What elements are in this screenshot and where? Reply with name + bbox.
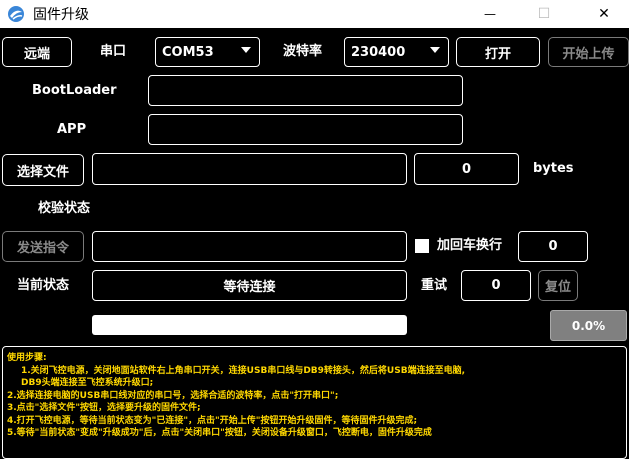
start-upload-button[interactable]: 开始上传 — [548, 37, 629, 67]
instruction-line: 2.选择连接电脑的USB串口线对应的串口号，选择合适的波特率，点击"打开串口"; — [7, 390, 339, 401]
port-label: 串口 — [100, 44, 127, 59]
instruction-line: 1.关闭飞控电源，关闭地面站软件右上角串口开关，连接USB串口线与DB9转接头，… — [21, 365, 465, 376]
baud-select[interactable]: 230400 — [344, 37, 449, 67]
bootloader-label: BootLoader — [32, 83, 117, 98]
maximize-button[interactable]: ☐ — [521, 0, 567, 28]
chevron-down-icon — [430, 47, 440, 53]
port-value: COM53 — [162, 44, 214, 60]
chevron-down-icon — [241, 47, 251, 53]
instruction-line: 4.打开飞控电源，等待当前状态变为"已连接"，点击"开始上传"按钮开始升级固件，… — [7, 415, 418, 426]
title-bar: 固件升级 — ☐ ✕ — [0, 0, 629, 28]
close-button[interactable]: ✕ — [581, 0, 627, 28]
port-select[interactable]: COM53 — [155, 37, 260, 67]
retry-field: 0 — [461, 270, 531, 301]
baud-label: 波特率 — [283, 44, 323, 59]
reset-button[interactable]: 复位 — [538, 270, 578, 301]
progress-bar — [92, 315, 407, 335]
app-label: APP — [57, 122, 87, 137]
instruction-line: 3.点击"选择文件"按钮，选择要升级的固件文件; — [7, 403, 201, 413]
verify-status-label: 校验状态 — [38, 201, 91, 216]
current-status-label: 当前状态 — [17, 278, 70, 293]
send-command-button[interactable]: 发送指令 — [2, 231, 84, 262]
window-title: 固件升级 — [33, 7, 89, 23]
command-input[interactable] — [92, 231, 407, 262]
close-icon: ✕ — [598, 6, 610, 22]
file-size-field: 0 — [414, 153, 519, 185]
count-field: 0 — [518, 231, 588, 262]
current-status-field: 等待连接 — [92, 270, 407, 301]
file-path-field[interactable] — [92, 153, 407, 185]
retry-label: 重试 — [421, 278, 448, 293]
bootloader-field[interactable] — [148, 75, 463, 106]
progress-percent: 0.0% — [550, 310, 627, 341]
remote-button[interactable]: 远端 — [2, 37, 72, 67]
instructions-panel: 使用步骤: 1.关闭飞控电源，关闭地面站软件右上角串口开关，连接USB串口线与D… — [2, 346, 627, 459]
minimize-button[interactable]: — — [467, 0, 513, 28]
crlf-label: 加回车换行 — [437, 238, 503, 253]
app-logo-icon — [8, 6, 24, 22]
baud-value: 230400 — [351, 44, 406, 60]
minimize-icon: — — [484, 7, 496, 21]
bytes-label: bytes — [533, 161, 574, 176]
app-field[interactable] — [148, 114, 463, 145]
instruction-line: 5.等待"当前状态"变成"升级成功"后，点击"关闭串口"按钮，关闭设备升级窗口，… — [7, 428, 432, 438]
open-port-button[interactable]: 打开 — [456, 37, 540, 67]
instructions-title: 使用步骤: — [7, 353, 47, 363]
instruction-line: DB9头端连接至飞控系统升级口; — [21, 378, 154, 388]
maximize-icon: ☐ — [537, 6, 551, 22]
crlf-checkbox[interactable] — [415, 239, 429, 253]
select-file-button[interactable]: 选择文件 — [2, 154, 84, 186]
